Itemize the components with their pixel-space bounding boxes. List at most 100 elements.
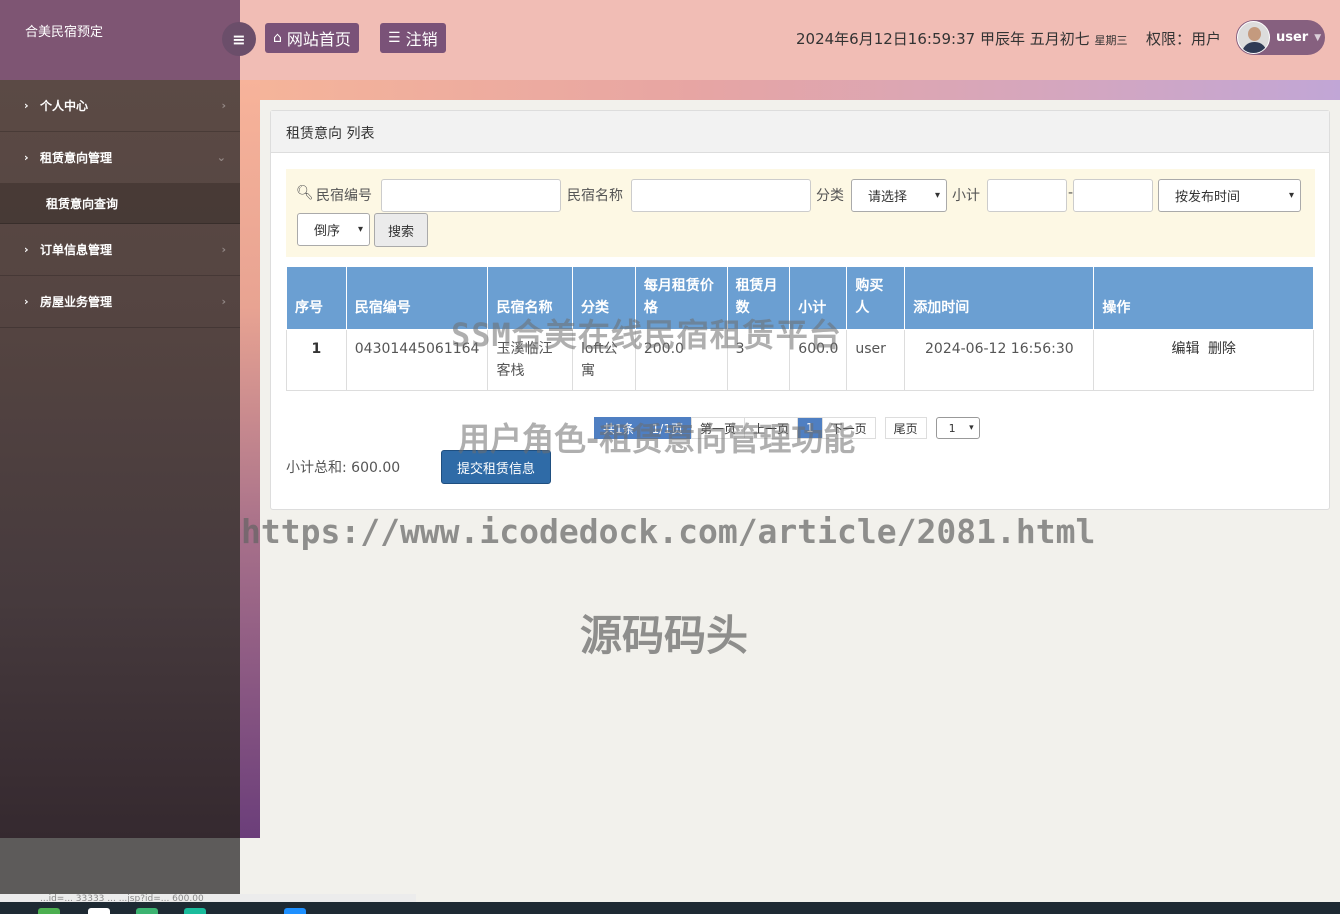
chevron-right-icon: › <box>221 295 226 308</box>
sidebar-item-label: 订单信息管理 <box>40 243 113 257</box>
sort-order-value: 倒序 <box>314 224 341 239</box>
col-header-name: 民宿名称 <box>487 266 574 330</box>
hamburger-icon: ≡ <box>232 29 246 49</box>
sidebar: 合美民宿预定 › 个人中心 › › 租赁意向管理 ⌄ 租赁意向查询 › 订单信息… <box>0 0 240 838</box>
taskbar-app-icon[interactable] <box>184 908 206 914</box>
home-button[interactable]: ⌂ 网站首页 <box>265 23 359 53</box>
col-header-code: 民宿编号 <box>345 266 489 330</box>
chevron-right-icon: › <box>24 151 29 164</box>
sidebar-item-label: 租赁意向管理 <box>40 151 113 165</box>
sort-field-value: 按发布时间 <box>1175 190 1241 205</box>
home-button-label: 网站首页 <box>286 30 351 49</box>
menu-toggle-button[interactable]: ≡ <box>222 22 256 56</box>
username: user <box>1276 30 1309 45</box>
subtotal-sum: 小计总和: 600.00 <box>286 460 401 476</box>
sort-field-select[interactable]: 按发布时间 ▾ <box>1158 179 1301 212</box>
sidebar-item-label: 房屋业务管理 <box>40 295 113 309</box>
logout-button[interactable]: ☰ 注销 <box>380 23 446 53</box>
caret-down-icon: ▼ <box>1314 32 1322 43</box>
chevron-right-icon: › <box>221 99 226 112</box>
cell-price: 200.0 <box>634 329 728 391</box>
sidebar-footer <box>0 838 240 902</box>
header-gradient <box>260 80 1340 100</box>
table-row: 1 04301445061164 玉溪临江客栈 loft公寓 200.0 3 6… <box>286 329 1314 391</box>
category-select[interactable]: 请选择 ▾ <box>851 179 947 212</box>
label-code: 民宿编号 <box>316 188 372 204</box>
col-header-price: 每月租赁价格 <box>634 266 728 330</box>
label-subtotal: 小计 <box>952 188 980 204</box>
decorative-strip <box>240 80 260 838</box>
subtotal-max-input[interactable] <box>1073 179 1153 212</box>
cell-actions: 编辑 删除 <box>1093 329 1314 391</box>
taskbar-app-icon[interactable] <box>88 908 110 914</box>
datetime-text: 2024年6月12日16:59:37 甲辰年 五月初七 <box>796 30 1090 48</box>
category-select-value: 请选择 <box>868 190 908 205</box>
label-category: 分类 <box>816 188 844 204</box>
taskbar-app-icon[interactable] <box>284 908 306 914</box>
sort-order-select[interactable]: 倒序 ▾ <box>297 213 370 246</box>
cell-name: 玉溪临江客栈 <box>487 329 574 391</box>
brand-title: 合美民宿预定 <box>25 25 104 40</box>
chevron-down-icon: ▾ <box>1288 190 1294 201</box>
sidebar-item-orders[interactable]: › 订单信息管理 › <box>0 224 240 276</box>
col-header-subtotal: 小计 <box>789 266 848 330</box>
cell-buyer: user <box>846 329 906 391</box>
pager-current[interactable]: 1 <box>797 417 823 439</box>
col-header-actions: 操作 <box>1093 266 1314 330</box>
search-button[interactable]: 搜索 <box>374 213 428 247</box>
page-select-value: 1 <box>948 421 956 435</box>
pager-last[interactable]: 尾页 <box>884 417 927 439</box>
pagination: 共1条 1/1页 第一页 上一页 1 下一页 尾页 1 ▾ <box>594 417 980 439</box>
chevron-right-icon: › <box>221 243 226 256</box>
sidebar-item-rental-intent[interactable]: › 租赁意向管理 ⌄ <box>0 132 240 184</box>
rental-intent-table: 序号 民宿编号 民宿名称 分类 每月租赁价格 租赁月数 小计 购买人 添加时间 … <box>286 266 1314 391</box>
chevron-right-icon: › <box>24 295 29 308</box>
pager-pages: 1/1页 <box>642 417 692 439</box>
submit-rental-button[interactable]: 提交租赁信息 <box>441 450 551 484</box>
chevron-down-icon: ▾ <box>934 190 940 201</box>
content-panel: 租赁意向 列表 🔍︎ 民宿编号 民宿名称 分类 请选择 ▾ 小计 - 按发布时间… <box>270 110 1330 510</box>
avatar <box>1237 21 1270 54</box>
chevron-down-icon: ▾ <box>969 423 974 433</box>
col-header-months: 租赁月数 <box>726 266 791 330</box>
delete-link[interactable]: 删除 <box>1208 341 1236 357</box>
cell-index: 1 <box>286 329 347 391</box>
taskbar-app-icon[interactable] <box>38 908 60 914</box>
col-header-time: 添加时间 <box>904 266 1095 330</box>
watermark-url: https://www.icodedock.com/article/2081.h… <box>241 512 1096 551</box>
page-select[interactable]: 1 ▾ <box>935 417 980 439</box>
code-input[interactable] <box>381 179 561 212</box>
sidebar-item-personal-center[interactable]: › 个人中心 › <box>0 80 240 132</box>
cell-months: 3 <box>726 329 791 391</box>
cell-category: loft公寓 <box>572 329 636 391</box>
cell-subtotal: 600.0 <box>789 329 848 391</box>
weekday-text: 星期三 <box>1094 34 1128 47</box>
taskbar-app-icon[interactable] <box>136 908 158 914</box>
search-form: 🔍︎ 民宿编号 民宿名称 分类 请选择 ▾ 小计 - 按发布时间 ▾ 倒序 ▾ … <box>286 169 1315 257</box>
cell-time: 2024-06-12 16:56:30 <box>904 329 1095 391</box>
pager-prev[interactable]: 上一页 <box>743 417 798 439</box>
edit-link[interactable]: 编辑 <box>1171 341 1199 357</box>
label-name: 民宿名称 <box>567 188 623 204</box>
search-icon: 🔍︎ <box>296 185 314 201</box>
sidebar-subitem-rental-intent-query[interactable]: 租赁意向查询 <box>0 184 240 224</box>
subtotal-min-input[interactable] <box>987 179 1067 212</box>
home-icon: ⌂ <box>273 30 282 46</box>
chevron-down-icon: ▾ <box>357 224 363 235</box>
col-header-buyer: 购买人 <box>846 266 906 330</box>
table-header-row: 序号 民宿编号 民宿名称 分类 每月租赁价格 租赁月数 小计 购买人 添加时间 … <box>286 266 1314 330</box>
pager-total: 共1条 <box>594 417 644 439</box>
chevron-right-icon: › <box>24 243 29 256</box>
panel-title: 租赁意向 列表 <box>271 111 1329 153</box>
sidebar-item-housing[interactable]: › 房屋业务管理 › <box>0 276 240 328</box>
role-display: 权限：用户 <box>1146 30 1222 48</box>
pager-next[interactable]: 下一页 <box>821 417 876 439</box>
pager-first[interactable]: 第一页 <box>690 417 745 439</box>
name-input[interactable] <box>631 179 811 212</box>
list-icon: ☰ <box>388 30 401 46</box>
chevron-down-icon: ⌄ <box>216 151 226 164</box>
logout-button-label: 注销 <box>405 30 438 49</box>
cell-code: 04301445061164 <box>345 329 489 391</box>
user-menu[interactable]: user ▼ <box>1236 20 1325 55</box>
sidebar-item-label: 个人中心 <box>40 99 89 113</box>
